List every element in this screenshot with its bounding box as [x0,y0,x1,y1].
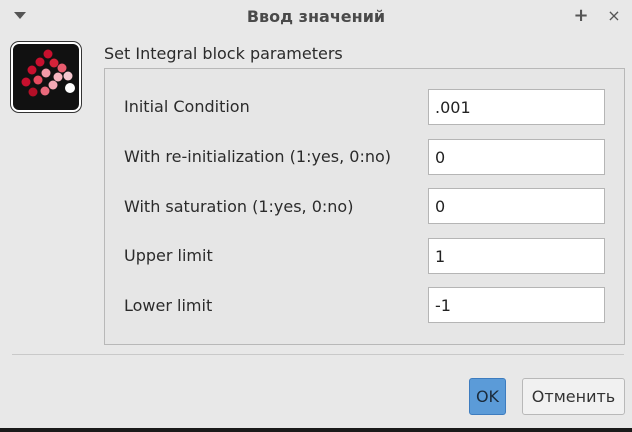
reinitialization-input[interactable] [428,139,605,175]
dialog-heading: Set Integral block parameters [104,44,343,63]
initial-condition-label: Initial Condition [124,97,250,116]
lower-limit-label: Lower limit [124,296,213,315]
parameters-group: Initial Condition With re-initialization… [104,68,625,345]
dialog-window: Ввод значений + × Set Integral block par… [0,0,632,428]
scilab-dots-icon [11,42,81,112]
initial-condition-input[interactable] [428,89,605,125]
ok-button[interactable]: OK [469,378,506,415]
saturation-label: With saturation (1:yes, 0:no) [124,197,354,216]
upper-limit-input[interactable] [428,238,605,274]
button-separator [12,354,624,355]
lower-limit-input[interactable] [428,287,605,323]
close-icon[interactable]: × [604,6,624,26]
cancel-button[interactable]: Отменить [522,378,625,415]
reinitialization-label: With re-initialization (1:yes, 0:no) [124,147,392,166]
maximize-icon[interactable]: + [571,6,591,26]
title-bar[interactable]: Ввод значений + × [0,0,632,33]
window-title: Ввод значений [246,7,386,26]
saturation-input[interactable] [428,188,605,224]
upper-limit-label: Upper limit [124,246,213,265]
